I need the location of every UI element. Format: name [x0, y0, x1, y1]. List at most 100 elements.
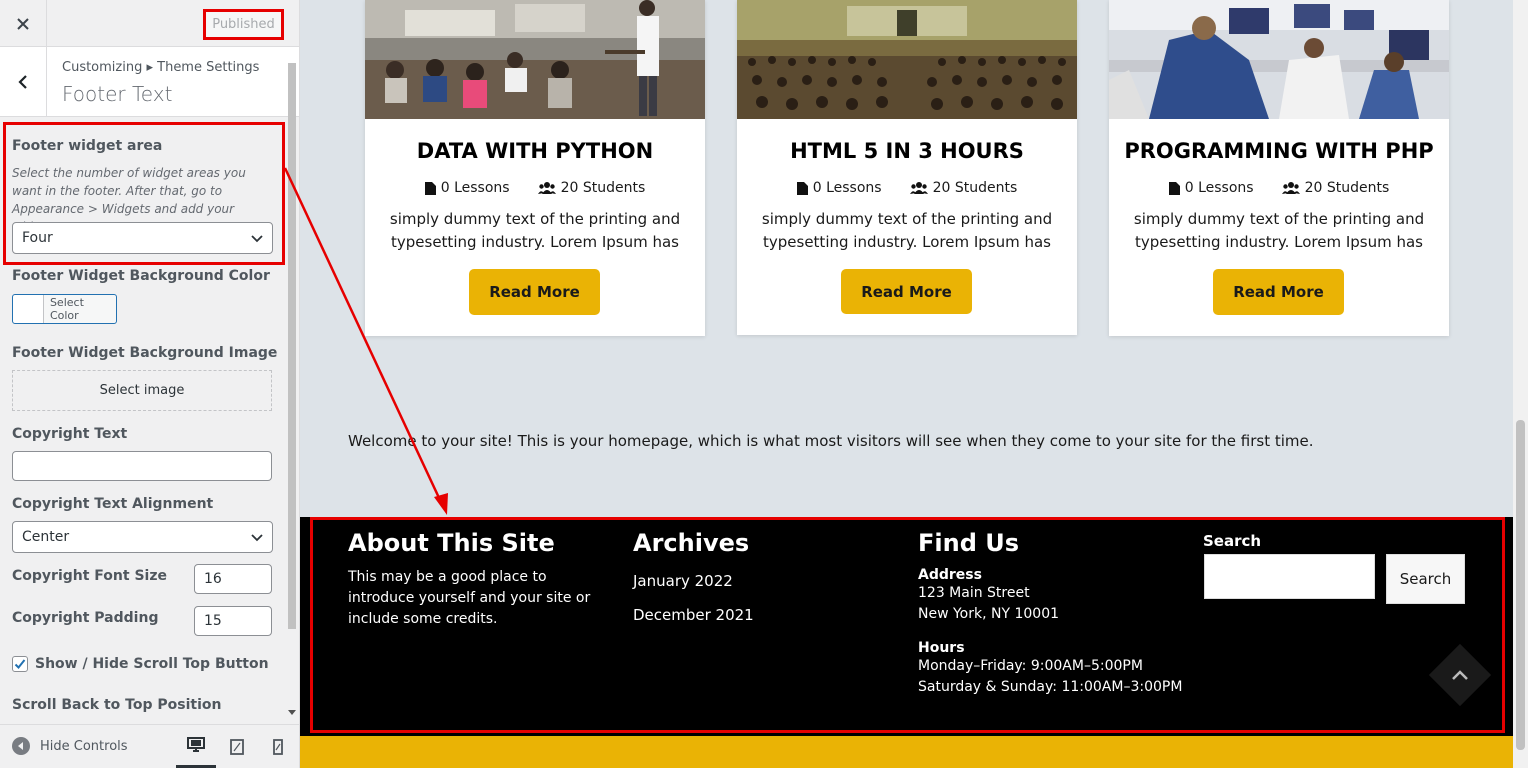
file-icon	[796, 181, 808, 195]
course-image-lecture-hall[interactable]	[737, 0, 1077, 119]
archives-title: Archives	[633, 529, 750, 557]
address-line: 123 Main Street	[918, 585, 1030, 601]
welcome-text: Welcome to your site! This is your homep…	[348, 432, 1314, 450]
mobile-preview-button[interactable]	[258, 725, 298, 768]
scroll-position-label: Scroll Back to Top Position	[12, 697, 222, 713]
read-more-button[interactable]: Read More	[469, 269, 600, 315]
footer-search-button[interactable]: Search	[1386, 554, 1465, 604]
chevron-down-icon	[251, 235, 263, 243]
about-title: About This Site	[348, 529, 555, 557]
copyright-alignment-select[interactable]: Center	[12, 521, 273, 553]
customizer-footer: Hide Controls	[0, 724, 299, 768]
scroll-to-top-button[interactable]	[1428, 643, 1492, 707]
footer-search-input[interactable]	[1204, 554, 1375, 599]
close-customizer-button[interactable]	[0, 0, 47, 47]
lessons-text: 0 Lessons	[812, 180, 882, 196]
search-label: Search	[1203, 532, 1262, 550]
customizer-sidebar: Published Customizing ▸ Theme Settings F…	[0, 0, 300, 768]
lessons-count: 0 Lessons	[796, 180, 882, 196]
copyright-alignment-value: Center	[22, 529, 70, 545]
course-image-computer-lab[interactable]	[1109, 0, 1449, 119]
course-meta: 0 Lessons 20 Students	[365, 180, 705, 196]
copyright-font-size-label: Copyright Font Size	[12, 568, 167, 584]
hide-controls-button[interactable]: Hide Controls	[12, 737, 128, 755]
course-card: HTML 5 IN 3 HOURS 0 Lessons 20 Students …	[737, 0, 1077, 335]
sidebar-scrollbar[interactable]	[286, 55, 297, 721]
footer-widget-area: About This Site This may be a good place…	[300, 517, 1513, 736]
students-count: 20 Students	[537, 180, 646, 196]
archive-link[interactable]: December 2021	[633, 605, 883, 626]
course-description: simply dummy text of the printing and ty…	[761, 210, 1053, 251]
color-swatch	[13, 295, 44, 323]
collapse-arrow-icon	[12, 737, 30, 755]
scroll-down-arrow-icon[interactable]	[288, 710, 296, 716]
read-more-button[interactable]: Read More	[1213, 269, 1344, 315]
hours-line: Monday–Friday: 9:00AM–5:00PM	[918, 658, 1143, 674]
copyright-padding-label: Copyright Padding	[12, 610, 159, 626]
bg-color-label: Footer Widget Background Color	[12, 268, 270, 284]
bg-image-label: Footer Widget Background Image	[12, 345, 278, 361]
copyright-text-input[interactable]	[12, 451, 272, 481]
preview-scrollbar[interactable]	[1513, 0, 1528, 768]
scroll-top-label: Show / Hide Scroll Top Button	[35, 656, 269, 672]
desktop-icon	[187, 737, 205, 752]
lessons-count: 0 Lessons	[1168, 180, 1254, 196]
checkmark-icon	[14, 659, 26, 669]
tablet-icon	[230, 738, 244, 755]
about-text: This may be a good place to introduce yo…	[348, 569, 591, 627]
hours-line: Saturday & Sunday: 11:00AM–3:00PM	[918, 679, 1183, 695]
lessons-text: 0 Lessons	[440, 180, 510, 196]
course-description: simply dummy text of the printing and ty…	[389, 210, 681, 251]
breadcrumb: Customizing ▸ Theme Settings	[62, 60, 260, 75]
select-color-button[interactable]: Select Color	[12, 294, 117, 324]
copyright-bar	[300, 736, 1513, 768]
chevron-up-icon	[1452, 670, 1468, 680]
course-title[interactable]: HTML 5 IN 3 HOURS	[737, 139, 1077, 163]
course-card: PROGRAMMING WITH PHP 0 Lessons 20 Studen…	[1109, 0, 1449, 336]
site-preview: DATA WITH PYTHON 0 Lessons 20 Students s…	[300, 0, 1513, 768]
footer-widget-archives: Archives January 2022 December 2021	[633, 529, 883, 626]
copyright-padding-input[interactable]: 15	[194, 606, 272, 636]
select-color-label: Select Color	[49, 296, 84, 322]
users-icon	[909, 182, 928, 194]
archive-link[interactable]: January 2022	[633, 571, 883, 592]
section-title: Footer Text	[62, 82, 173, 106]
section-header: Customizing ▸ Theme Settings Footer Text	[0, 47, 299, 117]
back-button[interactable]	[0, 47, 47, 117]
students-count: 20 Students	[909, 180, 1018, 196]
copyright-text-label: Copyright Text	[12, 426, 128, 442]
lessons-text: 0 Lessons	[1184, 180, 1254, 196]
course-title[interactable]: DATA WITH PYTHON	[365, 139, 705, 163]
course-meta: 0 Lessons 20 Students	[1109, 180, 1449, 196]
users-icon	[537, 182, 556, 194]
hours-label: Hours	[918, 640, 965, 656]
close-icon	[17, 17, 29, 30]
published-button[interactable]: Published	[205, 11, 282, 38]
desktop-preview-button[interactable]	[176, 725, 216, 768]
course-title[interactable]: PROGRAMMING WITH PHP	[1109, 139, 1449, 163]
read-more-button[interactable]: Read More	[841, 269, 972, 314]
course-description: simply dummy text of the printing and ty…	[1133, 210, 1425, 251]
students-text: 20 Students	[932, 180, 1018, 196]
widget-area-select-value: Four	[22, 230, 53, 246]
lessons-count: 0 Lessons	[424, 180, 510, 196]
footer-widget-find-us: Find Us Address 123 Main Street New York…	[918, 529, 1198, 698]
controls-panel: Footer widget area Select the number of …	[0, 118, 285, 724]
hide-controls-label: Hide Controls	[40, 738, 128, 754]
chevron-down-icon	[251, 534, 263, 542]
copyright-font-size-input[interactable]: 16	[194, 564, 272, 594]
widget-area-select[interactable]: Four	[12, 222, 273, 254]
sidebar-scrollbar-thumb[interactable]	[288, 63, 296, 629]
file-icon	[1168, 181, 1180, 195]
select-image-button[interactable]: Select image	[12, 370, 272, 411]
widget-area-label: Footer widget area	[12, 138, 163, 154]
course-card: DATA WITH PYTHON 0 Lessons 20 Students s…	[365, 0, 705, 336]
preview-scrollbar-thumb[interactable]	[1516, 420, 1525, 750]
students-text: 20 Students	[560, 180, 646, 196]
scroll-top-checkbox[interactable]	[12, 656, 28, 672]
find-us-title: Find Us	[918, 529, 1020, 557]
file-icon	[424, 181, 436, 195]
tablet-preview-button[interactable]	[217, 725, 257, 768]
students-count: 20 Students	[1281, 180, 1389, 196]
course-image-classroom[interactable]	[365, 0, 705, 119]
